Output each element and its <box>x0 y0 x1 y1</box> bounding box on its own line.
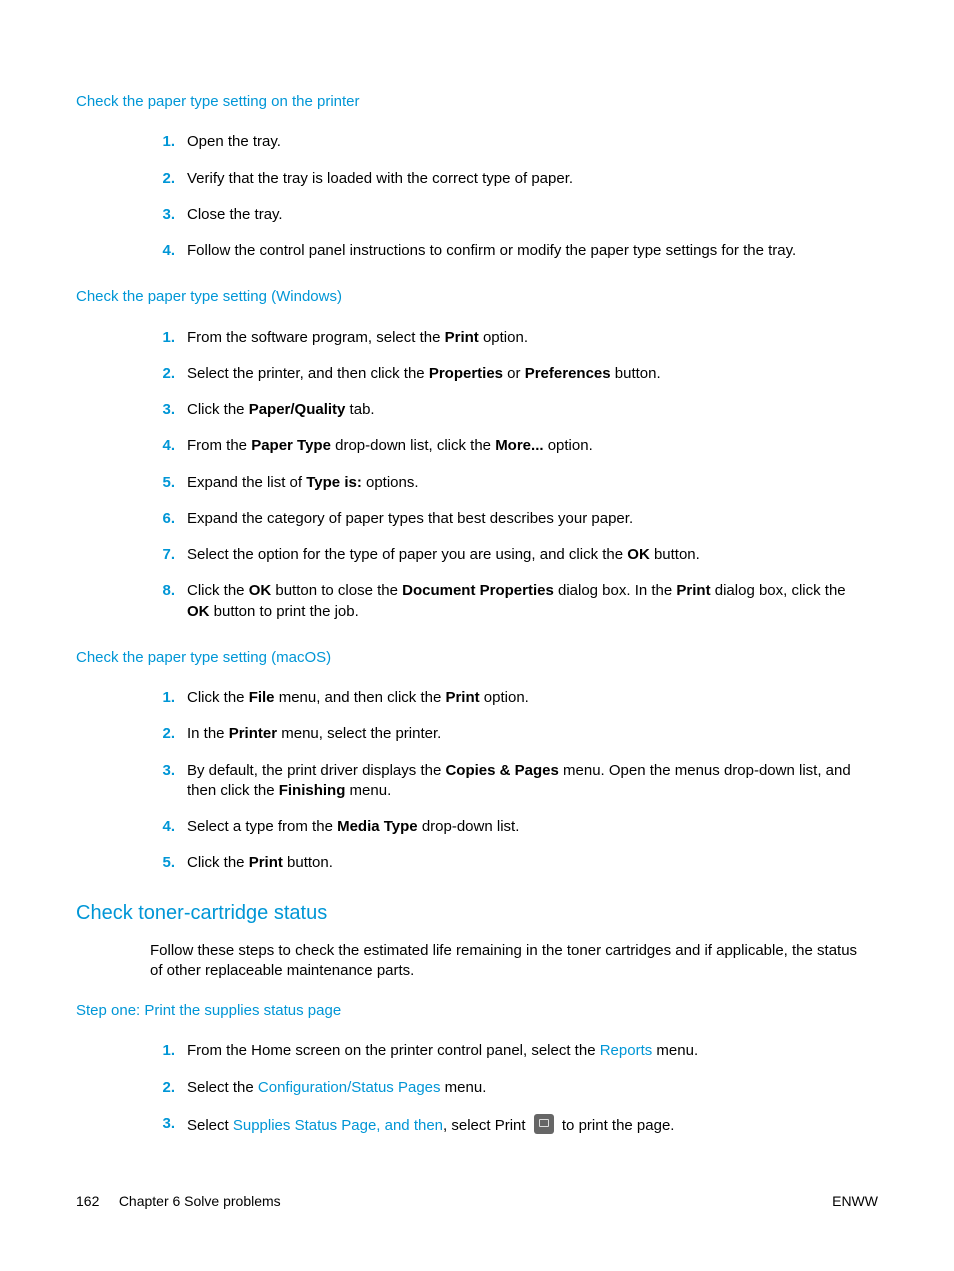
step-number: 5. <box>150 853 175 873</box>
menu-link: Reports <box>600 1042 653 1059</box>
footer-left: 162 Chapter 6 Solve problems <box>76 1192 281 1211</box>
step-text: Expand the category of paper types that … <box>187 510 633 527</box>
chapter-title: Chapter 6 Solve problems <box>119 1193 281 1209</box>
section-heading-toner: Check toner-cartridge status <box>76 900 878 927</box>
step-text: Click the Print button. <box>187 854 333 871</box>
list-item: 5. Expand the list of Type is: options. <box>150 473 858 493</box>
step-number: 6. <box>150 509 175 529</box>
step-number: 7. <box>150 545 175 565</box>
step-text: Select the Configuration/Status Pages me… <box>187 1079 486 1096</box>
section-heading-macos: Check the paper type setting (macOS) <box>76 648 878 668</box>
step-text: Click the OK button to close the Documen… <box>187 582 846 619</box>
step-number: 2. <box>150 364 175 384</box>
step-text: Close the tray. <box>187 206 283 223</box>
list-item: 4. From the Paper Type drop-down list, cl… <box>150 436 858 456</box>
steps-windows: 1. From the software program, select the … <box>76 328 878 622</box>
list-item: 4. Select a type from the Media Type drop… <box>150 817 858 837</box>
step-text: Click the Paper/Quality tab. <box>187 401 375 418</box>
page-footer: 162 Chapter 6 Solve problems ENWW <box>76 1192 878 1211</box>
section-heading-printer: Check the paper type setting on the prin… <box>76 92 878 112</box>
menu-link: Configuration/Status Pages <box>258 1079 441 1096</box>
step-number: 2. <box>150 1078 175 1098</box>
step-text: From the software program, select the Pr… <box>187 329 528 346</box>
list-item: 1. Click the File menu, and then click th… <box>150 688 858 708</box>
step-text: Expand the list of Type is: options. <box>187 474 419 491</box>
step-text: Select the printer, and then click the P… <box>187 365 661 382</box>
step-number: 4. <box>150 241 175 261</box>
step-number: 3. <box>150 400 175 420</box>
step-text: Select the option for the type of paper … <box>187 546 700 563</box>
list-item: 3. Close the tray. <box>150 205 858 225</box>
intro-toner: Follow these steps to check the estimate… <box>150 941 878 982</box>
list-item: 1. Open the tray. <box>150 132 858 152</box>
step-text: Open the tray. <box>187 133 281 150</box>
step-number: 1. <box>150 688 175 708</box>
section-heading-windows: Check the paper type setting (Windows) <box>76 287 878 307</box>
step-text: Click the File menu, and then click the … <box>187 689 529 706</box>
list-item: 6. Expand the category of paper types tha… <box>150 509 858 529</box>
step-text: From the Home screen on the printer cont… <box>187 1042 698 1059</box>
step-text: Verify that the tray is loaded with the … <box>187 170 573 187</box>
list-item: 3. Click the Paper/Quality tab. <box>150 400 858 420</box>
menu-link: Supplies Status Page, and then <box>233 1117 443 1134</box>
print-icon <box>534 1114 554 1134</box>
step-number: 3. <box>150 205 175 225</box>
subheading-step-one: Step one: Print the supplies status page <box>76 1001 878 1021</box>
list-item: 8. Click the OK button to close the Docum… <box>150 581 858 622</box>
step-text: Follow the control panel instructions to… <box>187 242 796 259</box>
footer-right: ENWW <box>832 1192 878 1211</box>
step-text: By default, the print driver displays th… <box>187 762 851 799</box>
step-number: 1. <box>150 328 175 348</box>
list-item: 3. Select Supplies Status Page, and then,… <box>150 1114 858 1136</box>
list-item: 3. By default, the print driver displays … <box>150 761 858 802</box>
step-number: 8. <box>150 581 175 601</box>
list-item: 2. In the Printer menu, select the printe… <box>150 724 858 744</box>
steps-macos: 1. Click the File menu, and then click th… <box>76 688 878 874</box>
document-page: Check the paper type setting on the prin… <box>0 0 954 1271</box>
list-item: 7. Select the option for the type of pape… <box>150 545 858 565</box>
list-item: 4. Follow the control panel instructions … <box>150 241 858 261</box>
step-number: 5. <box>150 473 175 493</box>
step-text: In the Printer menu, select the printer. <box>187 725 441 742</box>
step-number: 2. <box>150 724 175 744</box>
list-item: 5. Click the Print button. <box>150 853 858 873</box>
steps-supplies: 1. From the Home screen on the printer co… <box>76 1041 878 1136</box>
step-text: Select a type from the Media Type drop-d… <box>187 818 519 835</box>
list-item: 2. Verify that the tray is loaded with th… <box>150 169 858 189</box>
step-number: 3. <box>150 1114 175 1134</box>
list-item: 1. From the software program, select the … <box>150 328 858 348</box>
step-number: 2. <box>150 169 175 189</box>
list-item: 2. Select the printer, and then click the… <box>150 364 858 384</box>
list-item: 1. From the Home screen on the printer co… <box>150 1041 858 1061</box>
step-number: 4. <box>150 436 175 456</box>
list-item: 2. Select the Configuration/Status Pages … <box>150 1078 858 1098</box>
steps-printer: 1. Open the tray. 2. Verify that the tray i… <box>76 132 878 261</box>
step-number: 1. <box>150 132 175 152</box>
page-number: 162 <box>76 1193 99 1209</box>
step-number: 4. <box>150 817 175 837</box>
step-text: From the Paper Type drop-down list, clic… <box>187 437 593 454</box>
step-number: 1. <box>150 1041 175 1061</box>
step-number: 3. <box>150 761 175 781</box>
step-text: Select Supplies Status Page, and then, s… <box>187 1117 674 1134</box>
